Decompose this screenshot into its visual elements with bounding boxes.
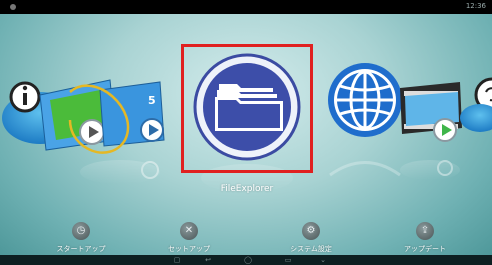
navigation-bar: ▢ ↩ ◯ ▭ ⌄ — [0, 255, 492, 265]
clock-icon: ◷ — [72, 222, 90, 240]
dock-item-system-settings[interactable]: ⚙ システム設定 — [266, 222, 356, 254]
dock-item-setup[interactable]: ✕ セットアップ — [144, 222, 234, 254]
menu-down-icon[interactable]: ⌄ — [318, 256, 328, 264]
dock-item-label: セットアップ — [168, 245, 210, 253]
update-icon: ⇪ — [416, 222, 434, 240]
home-icon[interactable]: ◯ — [243, 256, 253, 264]
recent-apps-icon[interactable]: ▭ — [283, 256, 293, 264]
svg-text:5: 5 — [148, 94, 156, 107]
dock-item-label: システム設定 — [290, 245, 332, 253]
dock-item-update[interactable]: ⇪ アップデート — [380, 222, 470, 254]
selection-highlight-frame — [181, 44, 313, 173]
dock-item-label: アップデート — [404, 245, 446, 253]
next-app-partial-icon[interactable] — [460, 77, 492, 132]
video-player-app-icon[interactable]: 5 — [39, 79, 165, 154]
movie-player-app-icon[interactable] — [400, 82, 462, 142]
screenshot-icon[interactable]: ▢ — [172, 256, 182, 264]
dock-item-label: スタートアップ — [56, 245, 106, 253]
gear-icon: ⚙ — [302, 222, 320, 240]
selected-app-label: FileExplorer — [220, 184, 274, 194]
back-icon[interactable]: ↩ — [203, 256, 213, 264]
web-browser-app-icon[interactable] — [328, 63, 402, 137]
tools-icon: ✕ — [180, 222, 198, 240]
home-screen: 12:36 5 FileExplorer ◷ スタートアップ ✕ セットアップ … — [0, 0, 492, 265]
dock-item-startup[interactable]: ◷ スタートアップ — [36, 222, 126, 254]
